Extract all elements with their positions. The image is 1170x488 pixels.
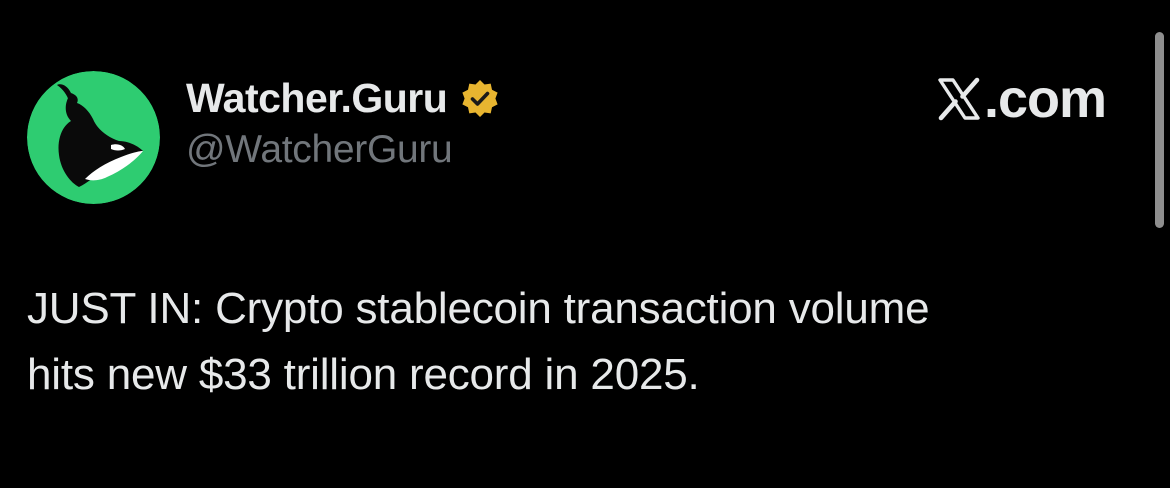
author-info: Watcher.Guru @WatcherGuru — [186, 72, 501, 172]
site-mark: .com — [937, 69, 1107, 129]
scrollbar-thumb[interactable] — [1155, 32, 1164, 228]
verified-badge-icon — [459, 78, 501, 120]
x-logo-icon — [937, 77, 981, 121]
tweet-text-line: hits new $33 trillion record in 2025. — [27, 350, 700, 399]
whale-logo-icon — [27, 71, 160, 204]
name-row: Watcher.Guru — [186, 72, 501, 124]
author-handle[interactable]: @WatcherGuru — [186, 128, 501, 172]
tweet-card: Watcher.Guru @WatcherGuru .com JUST IN: … — [0, 0, 1170, 488]
site-label: .com — [983, 69, 1107, 129]
author-display-name[interactable]: Watcher.Guru — [186, 75, 448, 122]
tweet-text-line: JUST IN: Crypto stablecoin transaction v… — [27, 284, 930, 333]
author-avatar[interactable] — [27, 71, 160, 204]
tweet-text: JUST IN: Crypto stablecoin transaction v… — [27, 276, 1117, 408]
